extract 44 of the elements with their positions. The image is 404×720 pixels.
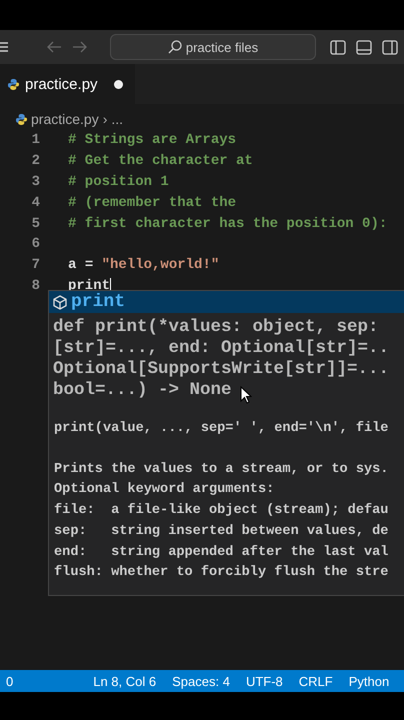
search-field[interactable]: practice files — [110, 34, 316, 60]
line-number: 7 — [30, 257, 40, 274]
line-number: 8 — [30, 278, 40, 294]
status-item[interactable]: UTF-8 — [246, 674, 283, 688]
breadcrumb-item[interactable]: ... — [111, 111, 124, 127]
search-icon — [168, 40, 182, 54]
suggestion-item[interactable]: print — [49, 291, 404, 313]
forward-arrow-icon[interactable] — [72, 41, 88, 53]
sidebar-layout-icon[interactable] — [330, 40, 346, 54]
code-line: # position 1 — [68, 174, 169, 190]
signature-line: bool=...) -> None — [53, 380, 232, 401]
status-item[interactable]: 0 — [6, 674, 14, 688]
signature-line: [str]=..., end: Optional[str]=.. — [53, 338, 390, 359]
editor-tab[interactable]: practice.py — [0, 64, 135, 104]
cube-icon — [53, 294, 67, 310]
status-item[interactable]: Spaces: 4 — [172, 674, 230, 688]
line-number: 2 — [30, 153, 40, 170]
python-icon — [16, 114, 27, 124]
status-item[interactable]: CRLF — [298, 674, 333, 688]
code-line: print — [68, 278, 110, 294]
signature-line: def print(*values: object, sep: — [53, 317, 379, 338]
code-line: # Get the character at — [68, 153, 253, 170]
line-number: 1 — [30, 132, 40, 148]
python-icon — [8, 78, 19, 90]
usage-text: print(value, ..., sep=' ', end='\n', file — [53, 420, 390, 438]
status-item[interactable]: Ln 8, Col 6 — [93, 674, 156, 688]
code-line: # Strings are Arrays — [68, 132, 236, 148]
breadcrumb-separator: › — [102, 111, 108, 127]
code-line: # (remember that the — [68, 194, 236, 211]
panel-layout-icon[interactable] — [356, 40, 372, 54]
back-arrow-icon[interactable] — [46, 41, 62, 53]
documentation-text: Prints the values to a stream, or to sys. Optional keyword arguments: file: a file-like object (stream); defau sep: string inserted between values, de end: string appended after the last val flush: whether to forcibly flush the stre — [53, 460, 390, 582]
line-number: 3 — [30, 174, 40, 190]
menu-icon[interactable] — [0, 41, 8, 53]
code-line: a = "hello,world!" — [68, 257, 220, 274]
line-number: 6 — [30, 236, 40, 252]
status-item[interactable]: Python — [348, 674, 390, 688]
breadcrumb-item[interactable]: practice.py — [31, 111, 99, 127]
signature-line: Optional[SupportsWrite[str]]=... — [53, 359, 390, 380]
line-number: 4 — [30, 194, 40, 211]
code-line: # first character has the position 0): — [68, 216, 388, 232]
mouse-pointer-icon — [240, 386, 252, 404]
line-number: 5 — [30, 216, 40, 232]
secondary-sidebar-icon[interactable] — [382, 40, 398, 54]
